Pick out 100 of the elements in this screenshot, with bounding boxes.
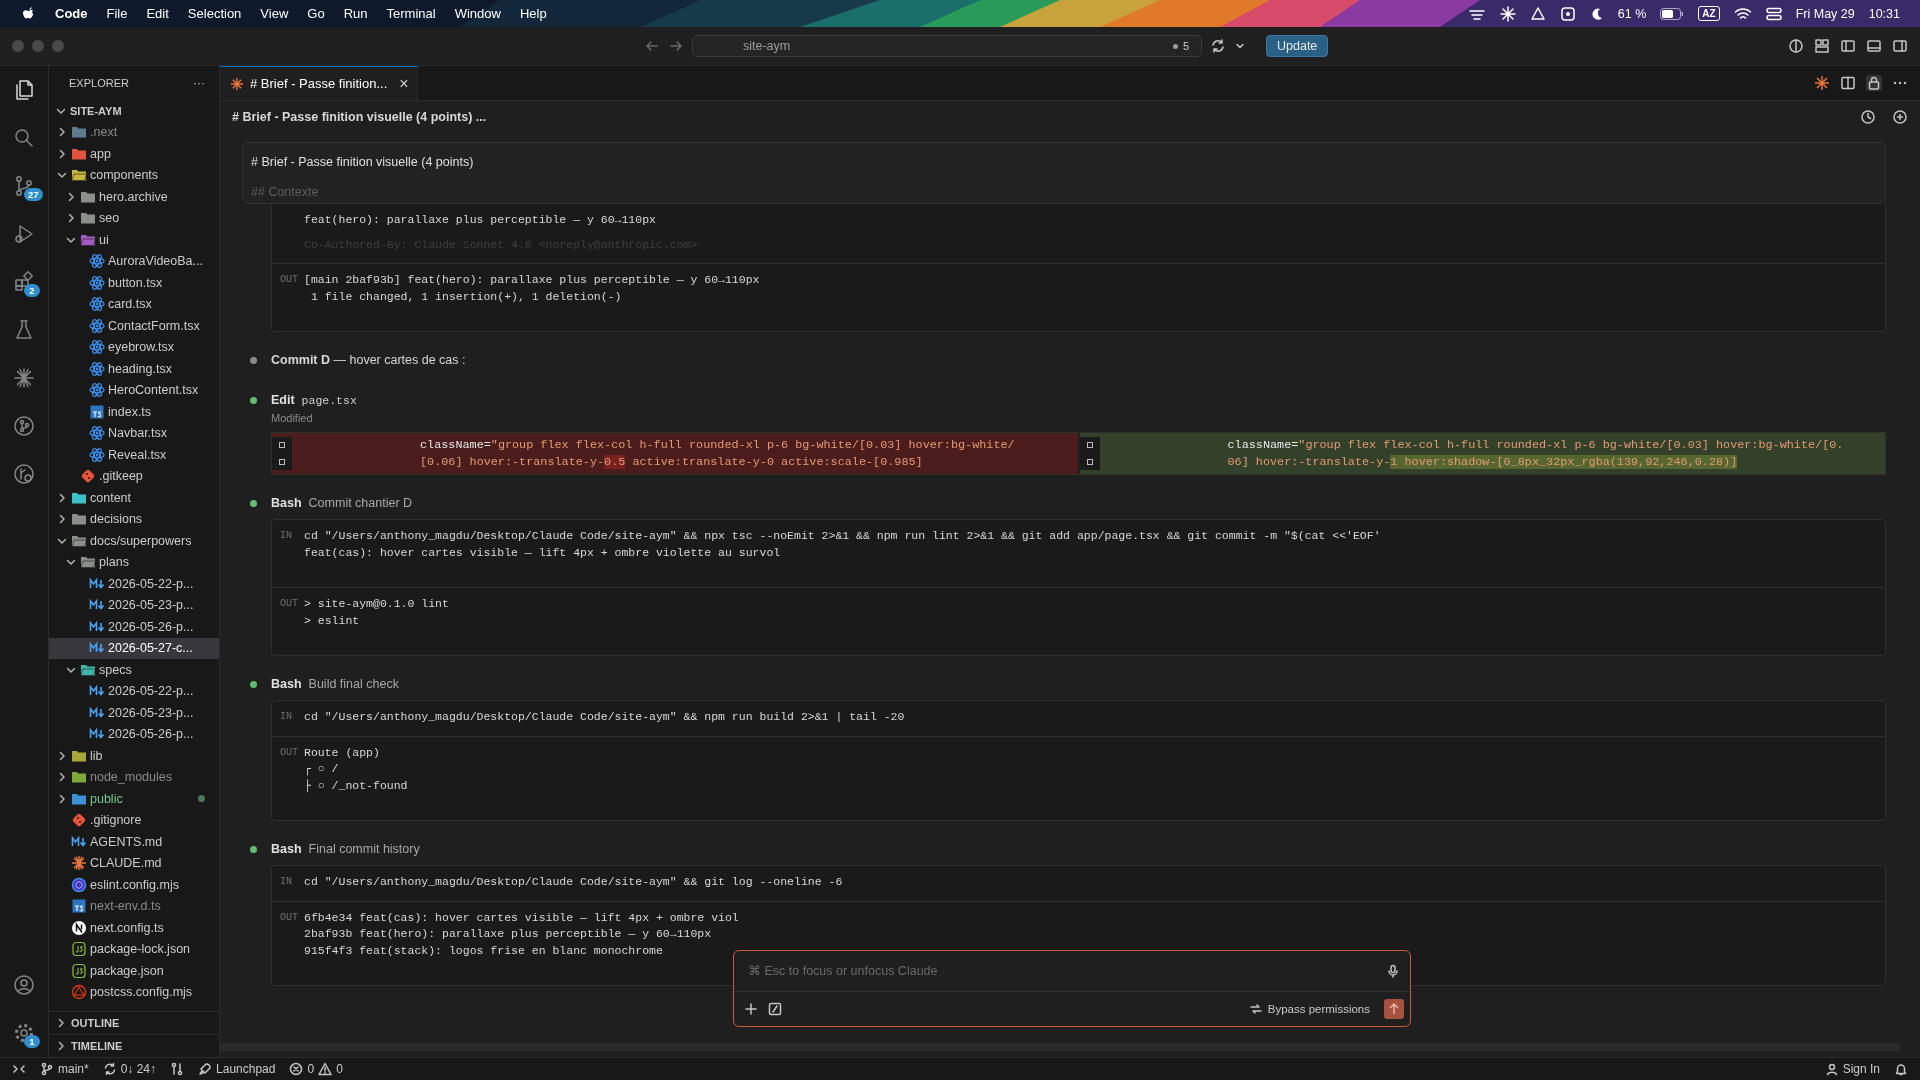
battery-icon[interactable] [1660,7,1685,20]
menu-item[interactable]: Help [519,6,547,21]
tree-item[interactable]: content [49,487,219,509]
tree-item[interactable]: Navbar.tsx [49,422,219,444]
tree-item[interactable]: app [49,143,219,165]
section-header[interactable]: OUTLINE [49,1011,219,1034]
settings-icon[interactable] [12,1021,36,1045]
tree-item[interactable]: .next [49,121,219,143]
menu-item[interactable]: Selection [187,6,242,21]
tree-root[interactable]: SITE-AYM [49,100,219,122]
app-menu[interactable]: Code [55,6,88,21]
tree-item[interactable]: AuroraVideoBa... [49,250,219,272]
tree-item[interactable]: package.json [49,960,219,982]
sign-in-button[interactable]: Sign In [1824,1062,1880,1076]
run-debug-icon[interactable] [12,222,36,246]
input-source-indicator[interactable]: AZ [1698,6,1720,21]
tree-item[interactable]: 2026-05-26-p... [49,723,219,745]
problems-indicator[interactable]: 0 0 [289,1062,343,1076]
asterisk-icon[interactable] [1814,75,1830,91]
git-compare-icon[interactable] [170,1062,185,1076]
menu-item[interactable]: View [260,6,289,21]
tree-item[interactable]: docs/superpowers [49,530,219,552]
sync-status[interactable]: 0↓ 24↑ [102,1062,157,1076]
tree-item[interactable]: ui [49,229,219,251]
search-field[interactable]: site-aym 5 [692,35,1202,57]
tree-item[interactable]: .gitignore [49,809,219,831]
tree-item[interactable]: 2026-05-22-p... [49,680,219,702]
tree-item[interactable]: public [49,788,219,810]
plus-icon[interactable] [744,1002,758,1016]
tree-item[interactable]: Reveal.tsx [49,444,219,466]
tree-item[interactable]: heading.tsx [49,358,219,380]
tree-item[interactable]: 2026-05-22-p... [49,573,219,595]
tree-item[interactable]: package-lock.json [49,938,219,960]
toggle-secondary-sidebar-icon[interactable] [1892,38,1908,54]
moon-icon[interactable] [1589,6,1604,21]
branch-indicator[interactable]: main* [40,1062,89,1076]
history-icon[interactable] [1860,109,1876,125]
microphone-icon[interactable] [1386,964,1400,978]
tree-item[interactable]: seo [49,207,219,229]
tree-item[interactable]: lib [49,745,219,767]
menu-item[interactable]: Window [454,6,501,21]
tree-item[interactable]: decisions [49,508,219,530]
split-editor-icon[interactable] [1840,75,1856,91]
remote-icon[interactable] [12,1062,26,1076]
tree-item[interactable]: eyebrow.tsx [49,336,219,358]
send-button-icon[interactable] [1384,999,1404,1019]
git-graph-icon[interactable] [12,414,36,438]
menu-bar-date[interactable]: Fri May 29 [1795,6,1855,21]
tree-item[interactable]: components [49,164,219,186]
layout-icon[interactable] [1814,38,1830,54]
forward-arrow-icon[interactable] [668,38,684,54]
tree-item[interactable]: specs [49,659,219,681]
square-app-icon[interactable] [1559,5,1576,22]
search-icon[interactable] [12,126,36,150]
tree-item[interactable]: card.tsx [49,293,219,315]
menu-item[interactable]: Edit [146,6,169,21]
menu-item[interactable]: Run [343,6,368,21]
tree-item[interactable]: 2026-05-23-p... [49,594,219,616]
menu-item[interactable]: Go [307,6,325,21]
lock-icon[interactable] [1866,75,1882,91]
triangle-icon[interactable] [1529,5,1546,22]
tree-item[interactable]: 2026-05-27-c... [49,637,219,659]
tree-item[interactable]: next.config.ts [49,917,219,939]
slash-command-icon[interactable] [768,1002,782,1016]
launchpad-button[interactable]: Launchpad [198,1062,276,1076]
tree-item[interactable]: CLAUDE.md [49,852,219,874]
tree-item[interactable]: .gitkeep [49,465,219,487]
wifi-icon[interactable] [1733,6,1752,21]
permission-mode-button[interactable]: Bypass permissions [1244,1000,1374,1018]
close-button[interactable]: × [393,74,409,93]
tree-item[interactable]: index.ts [49,401,219,423]
editor-tab[interactable]: # Brief - Passe finition... × [220,66,418,100]
git-branch-icon[interactable] [12,462,36,486]
message-input[interactable]: ⌘ Esc to focus or unfocus Claude [746,963,1386,979]
more-actions-button[interactable]: ··· [193,76,205,90]
tree-item[interactable]: AGENTS.md [49,831,219,853]
tree-item[interactable]: plans [49,551,219,573]
tree-item[interactable]: postcss.config.mjs [49,981,219,1003]
tree-item[interactable]: hero.archive [49,186,219,208]
sync-icon[interactable] [1210,38,1226,54]
menu-bar-clock[interactable]: 10:31 [1868,6,1900,21]
tree-item[interactable]: button.tsx [49,272,219,294]
accounts-icon[interactable] [12,973,36,997]
new-chat-icon[interactable] [1892,109,1908,125]
tree-item[interactable]: 2026-05-23-p... [49,702,219,724]
toggle-panel-icon[interactable] [1866,38,1882,54]
tree-item[interactable]: node_modules [49,766,219,788]
back-arrow-icon[interactable] [644,38,660,54]
toggle-sidebar-icon[interactable] [1840,38,1856,54]
sparkle-icon[interactable] [1499,5,1516,22]
tree-item[interactable]: HeroContent.tsx [49,379,219,401]
tree-item[interactable]: next-env.d.ts [49,895,219,917]
tree-item[interactable]: 2026-05-26-p... [49,616,219,638]
update-button[interactable]: Update [1266,35,1329,57]
menu-item[interactable]: File [106,6,128,21]
tree-item[interactable]: eslint.config.mjs [49,874,219,896]
bell-icon[interactable] [1894,1062,1908,1076]
extensions-icon[interactable] [12,270,36,294]
menu-item[interactable]: Terminal [386,6,436,21]
control-center-icon[interactable] [1765,6,1782,21]
